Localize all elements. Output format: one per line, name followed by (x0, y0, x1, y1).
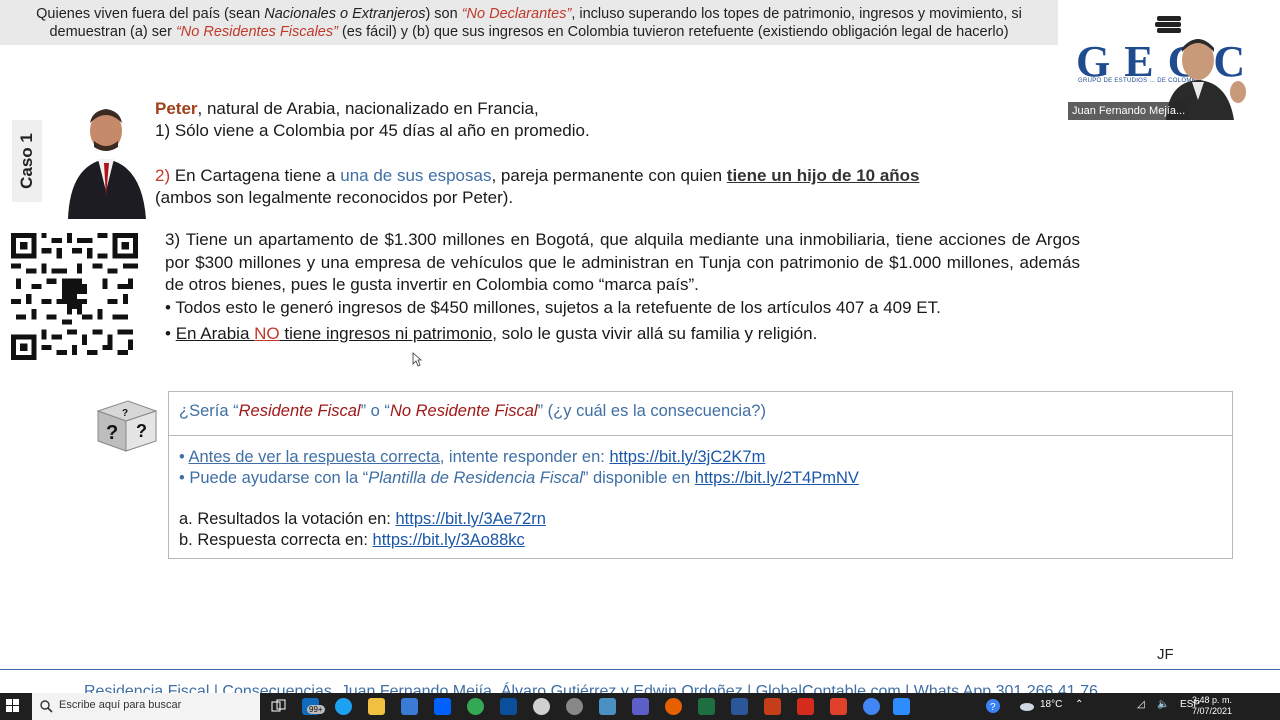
top-banner: Quienes viven fuera del país (sean Nacio… (0, 0, 1058, 45)
qr-code (11, 233, 138, 360)
volume-icon[interactable]: 🔈 (1157, 699, 1169, 710)
participant-name: Juan Fernando Mejía... (1068, 102, 1190, 120)
app-icon[interactable] (599, 698, 616, 715)
svg-text:?: ? (990, 702, 996, 713)
dropbox-icon[interactable] (434, 698, 451, 715)
text-span: , intente responder en: (439, 448, 610, 466)
banner-text: (es fácil) y (b) que sus ingresos en Col… (337, 24, 1009, 40)
settings-icon[interactable] (566, 698, 583, 715)
clock-time: 3:48 p. m. (1192, 695, 1233, 705)
notification-badge: 99+ (307, 705, 325, 714)
text-span: NO (254, 324, 280, 343)
acrobat-icon[interactable] (797, 698, 814, 715)
peter-line2: 1) Sólo viene a Colombia por 45 días al … (155, 121, 590, 140)
text-span: Puede ayudarse con la “ (189, 469, 369, 487)
app-icon[interactable] (500, 698, 517, 715)
search-placeholder: Escribe aquí para buscar (59, 699, 182, 711)
text-span: En Cartagena tiene a (170, 166, 341, 185)
svg-text:?: ? (106, 422, 118, 444)
mouse-cursor-icon (412, 352, 422, 367)
text-span: ¿Sería “ (179, 402, 239, 420)
app-icon[interactable] (830, 698, 847, 715)
edge-icon[interactable] (335, 698, 352, 715)
file-explorer-icon[interactable] (368, 698, 385, 715)
text-span: tiene ingresos ni patrimonio (279, 324, 493, 343)
chrome-icon[interactable] (863, 698, 880, 715)
bullet-arabia: • En Arabia NO tiene ingresos ni patrimo… (165, 324, 818, 343)
results-link[interactable]: https://bit.ly/3Ae72rn (395, 510, 545, 528)
answer-line-4: b. Respuesta correcta en: https://bit.ly… (179, 530, 859, 551)
case-label-text: Caso 1 (17, 133, 36, 189)
case-label: Caso 1 (12, 120, 42, 202)
system-clock[interactable]: 3:48 p. m. 7/07/2021 (1192, 695, 1232, 717)
text-span: a. Resultados la votación en: (179, 510, 396, 528)
weather-cloud-icon (1020, 703, 1034, 711)
text-span: Antes de ver la respuesta correcta (188, 448, 440, 466)
start-button[interactable] (6, 699, 20, 713)
svg-text:?: ? (122, 408, 128, 419)
survey-link[interactable]: https://bit.ly/3jC2K7m (609, 448, 765, 466)
powerpoint-icon[interactable] (764, 698, 781, 715)
answer-links: • Antes de ver la respuesta correcta, in… (179, 447, 859, 551)
chevron-up-icon[interactable]: ⌃ (1075, 699, 1083, 710)
initials: JF (1157, 646, 1174, 663)
svg-text:?: ? (136, 421, 147, 441)
text-span: , pareja permanente con quien (491, 166, 727, 185)
point-3-text: 3) Tiene un apartamento de $1.300 millon… (165, 230, 1080, 294)
text-span: Residente Fiscal (238, 402, 361, 420)
banner-text: “No Declarantes” (461, 6, 572, 22)
taskbar-search[interactable]: Escribe aquí para buscar (32, 693, 260, 720)
banner-text: demuestran (a) ser (49, 24, 176, 40)
text-span: En Arabia (175, 324, 255, 343)
point-number: 2) (155, 166, 171, 185)
text-span: ” o “ (360, 402, 390, 420)
peter-line1: Peter, natural de Arabia, nacionalizado … (155, 98, 539, 120)
word-icon[interactable] (731, 698, 748, 715)
presenter-video: GECC GRUPO DE ESTUDIOS ... DE COLOMBIA J… (1066, 8, 1280, 120)
correct-answer-link[interactable]: https://bit.ly/3Ao88kc (373, 531, 525, 549)
text-span: ” disponible en (582, 469, 695, 487)
peter-name: Peter (155, 99, 198, 118)
clock-date: 7/07/2021 (1192, 706, 1233, 716)
banner-text: Nacionales o Extranjeros (264, 6, 426, 22)
point-3: 3) Tiene un apartamento de $1.300 millon… (165, 229, 1080, 346)
banner-text: ) son (425, 6, 462, 22)
point-2-line2: (ambos son legalmente reconocidos por Pe… (155, 188, 514, 207)
task-view-icon[interactable] (271, 699, 286, 714)
chrome-icon[interactable] (467, 698, 484, 715)
network-icon[interactable]: ◿ (1137, 699, 1145, 710)
footer-divider (0, 669, 1280, 670)
windows-taskbar: Escribe aquí para buscar 99+ ? 18°C ⌃ ◿ … (0, 693, 1280, 720)
app-icon[interactable] (533, 698, 550, 715)
help-icon[interactable]: ? (985, 698, 1001, 714)
text-span: , natural de Arabia, nacionalizado en Fr… (197, 99, 539, 118)
text-span: , solo le gusta vivir allá su familia y … (492, 324, 818, 343)
text-span: Plantilla de Residencia Fiscal (368, 469, 583, 487)
banner-text: , incluso superando los topes de patrimo… (571, 6, 1022, 22)
search-icon (40, 700, 53, 713)
peter-portrait (62, 101, 146, 219)
answer-line-1: • Antes de ver la respuesta correcta, in… (179, 448, 766, 466)
zoom-icon[interactable] (893, 698, 910, 715)
bullet-income: • Todos esto le generó ingresos de $450 … (165, 297, 941, 317)
answer-line-3: a. Resultados la votación en: https://bi… (179, 509, 859, 530)
teams-icon[interactable] (632, 698, 649, 715)
text-span: No Residente Fiscal (389, 402, 538, 420)
text-span: ” (¿y cuál es la consecuencia?) (537, 402, 766, 420)
text-span: una de sus esposas (340, 166, 492, 185)
text-span: b. Respuesta correcta en: (179, 531, 373, 549)
banner-text: “No Residentes Fiscales” (175, 24, 338, 40)
weather-temp[interactable]: 18°C (1040, 699, 1062, 710)
banner-text: Quienes viven fuera del país (sean (36, 6, 265, 22)
question-box: ¿Sería “Residente Fiscal” o “No Resident… (168, 391, 1233, 559)
store-icon[interactable] (401, 698, 418, 715)
question-heading: ¿Sería “Residente Fiscal” o “No Resident… (169, 392, 1232, 436)
text-span: tiene un hijo de 10 años (726, 166, 920, 185)
template-link[interactable]: https://bit.ly/2T4PmNV (695, 469, 859, 487)
firefox-icon[interactable] (665, 698, 682, 715)
answer-line-2: • Puede ayudarse con la “Plantilla de Re… (179, 469, 859, 487)
excel-icon[interactable] (698, 698, 715, 715)
point-2: 2) En Cartagena tiene a una de sus espos… (155, 165, 920, 187)
question-box-icon: ? ? ? (96, 400, 158, 452)
